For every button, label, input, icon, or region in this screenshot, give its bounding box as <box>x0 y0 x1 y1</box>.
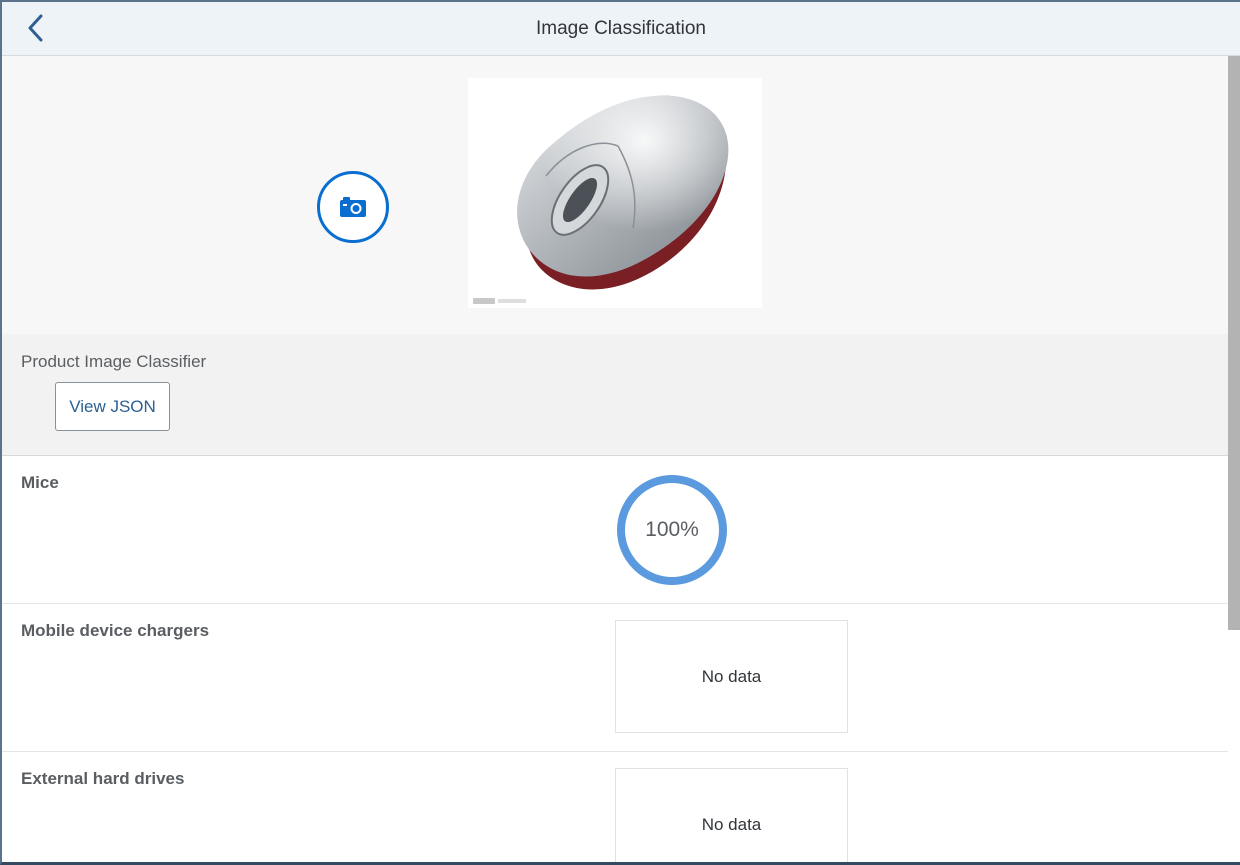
result-label: Mobile device chargers <box>21 621 210 640</box>
mouse-image <box>473 95 729 304</box>
camera-button[interactable] <box>317 171 389 243</box>
product-image <box>468 78 762 308</box>
result-label: External hard drives <box>21 769 185 788</box>
no-data-box: No data <box>615 620 848 733</box>
result-label: Mice <box>21 473 59 492</box>
image-section <box>2 56 1240 334</box>
result-row-hard-drives: External hard drives No data <box>2 752 1228 862</box>
percent-text: 100% <box>645 518 699 541</box>
app-window: Image Classification Product Image Class… <box>0 0 1240 865</box>
page-title: Image Classification <box>535 17 707 39</box>
page-header: Image Classification <box>2 2 1240 56</box>
result-row-mice: Mice 100% <box>2 456 1228 604</box>
chevron-left-icon <box>28 14 43 42</box>
content-area[interactable]: Product Image Classifier View JSON Mice … <box>2 56 1240 862</box>
classifier-label: Product Image Classifier <box>21 352 207 371</box>
scrollbar[interactable] <box>1228 56 1240 630</box>
back-button[interactable] <box>18 10 54 46</box>
percent-ring: 100% <box>616 474 728 586</box>
camera-icon <box>340 197 366 217</box>
classifier-section: Product Image Classifier View JSON <box>2 334 1240 456</box>
result-row-chargers: Mobile device chargers No data <box>2 604 1228 752</box>
view-json-button[interactable]: View JSON <box>55 382 170 431</box>
no-data-box: No data <box>615 768 848 862</box>
